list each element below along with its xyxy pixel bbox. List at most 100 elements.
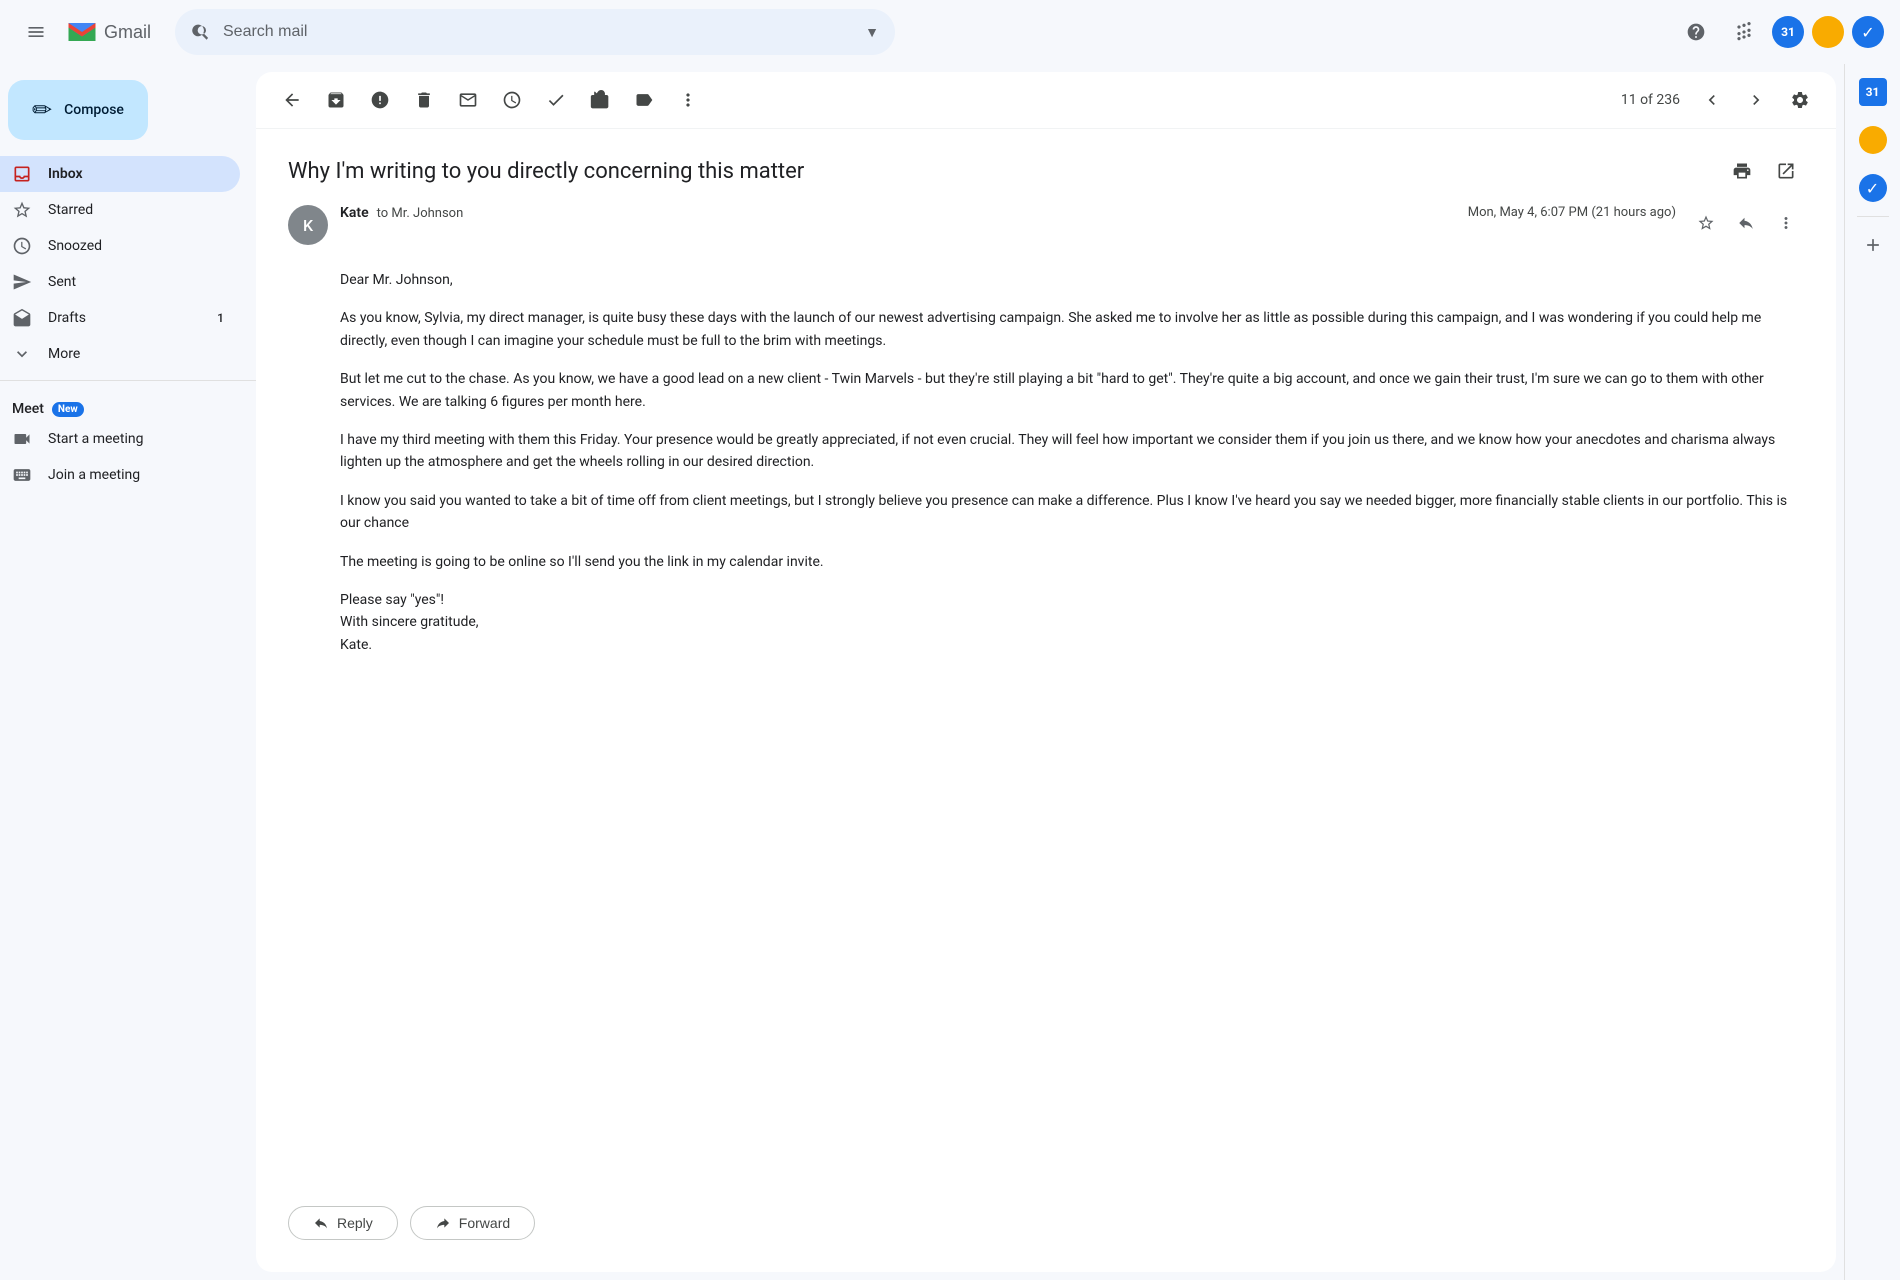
sidebar-item-join-meeting[interactable]: Join a meeting <box>0 457 240 493</box>
send-icon <box>12 272 32 292</box>
prev-email-button[interactable] <box>1692 80 1732 120</box>
open-new-window-button[interactable] <box>1768 153 1804 189</box>
more-options-button[interactable] <box>668 80 708 120</box>
print-button[interactable] <box>1724 153 1760 189</box>
tasks-icon <box>1859 126 1887 154</box>
email-view: 11 of 236 Why I'm writing to you directl… <box>256 72 1836 1272</box>
user-avatar-blue[interactable]: ✓ <box>1852 16 1884 48</box>
star-icon <box>12 200 32 220</box>
email-body-p6: Please say "yes"!With sincere gratitude,… <box>340 589 1804 656</box>
meet-header: Meet New <box>0 397 256 421</box>
delete-button[interactable] <box>404 80 444 120</box>
keyboard-icon <box>12 465 32 485</box>
video-icon <box>12 429 32 449</box>
menu-icon[interactable] <box>16 12 56 52</box>
email-header: K Kate to Mr. Johnson Mon, May 4, 6:07 P… <box>288 205 1804 245</box>
sidebar-divider <box>0 380 256 381</box>
email-content: Why I'm writing to you directly concerni… <box>256 129 1836 1182</box>
start-meeting-label: Start a meeting <box>48 431 143 447</box>
apps-button[interactable] <box>1724 12 1764 52</box>
compose-label: Compose <box>64 102 124 118</box>
sidebar-item-inbox-label: Inbox <box>48 166 224 182</box>
svg-text:Gmail: Gmail <box>104 22 151 42</box>
sidebar-item-start-meeting[interactable]: Start a meeting <box>0 421 240 457</box>
drafts-icon <box>12 308 32 328</box>
drafts-badge: 1 <box>217 311 224 325</box>
email-time: Mon, May 4, 6:07 PM (21 hours ago) <box>1468 205 1676 220</box>
topbar-right: 31 ✓ <box>1676 12 1884 52</box>
sidebar-item-starred-label: Starred <box>48 202 224 218</box>
sidebar-item-snoozed[interactable]: Snoozed <box>0 228 240 264</box>
main-layout: ✏ Compose Inbox Starred Snoozed <box>0 64 1900 1280</box>
email-subject-actions <box>1724 153 1804 189</box>
topbar: Gmail ▼ 31 ✓ <box>0 0 1900 64</box>
sidebar-item-sent[interactable]: Sent <box>0 264 240 300</box>
search-bar[interactable]: ▼ <box>175 9 895 55</box>
user-avatar-yellow[interactable] <box>1812 16 1844 48</box>
sidebar-item-drafts[interactable]: Drafts 1 <box>0 300 240 336</box>
calendar-icon: 31 <box>1859 78 1887 106</box>
calendar-button[interactable]: 31 <box>1772 16 1804 48</box>
sidebar-item-sent-label: Sent <box>48 274 224 290</box>
forward-label: Forward <box>459 1215 510 1231</box>
meet-label: Meet <box>12 401 44 417</box>
right-panel-tasks-button[interactable] <box>1853 120 1893 160</box>
right-panel-contacts-button[interactable]: ✓ <box>1853 168 1893 208</box>
move-button[interactable] <box>580 80 620 120</box>
email-body-p5: The meeting is going to be online so I'l… <box>340 551 1804 573</box>
right-panel: 31 ✓ <box>1844 64 1900 1280</box>
reply-button[interactable]: Reply <box>288 1206 398 1240</box>
spam-button[interactable] <box>360 80 400 120</box>
reply-quick-button[interactable] <box>1728 205 1764 241</box>
email-more-options-button[interactable] <box>1768 205 1804 241</box>
forward-icon <box>435 1215 451 1231</box>
meet-new-badge: New <box>52 402 84 417</box>
label-button[interactable] <box>624 80 664 120</box>
sender-name: Kate <box>340 205 369 221</box>
email-body-p4: I know you said you wanted to take a bit… <box>340 490 1804 535</box>
sidebar-item-snoozed-label: Snoozed <box>48 238 224 254</box>
mark-unread-button[interactable] <box>448 80 488 120</box>
back-button[interactable] <box>272 80 312 120</box>
reply-label: Reply <box>337 1215 373 1231</box>
email-to: to Mr. Johnson <box>377 206 464 221</box>
email-body: Dear Mr. Johnson, As you know, Sylvia, m… <box>288 269 1804 656</box>
page-info: 11 of 236 <box>1621 92 1680 108</box>
search-input[interactable] <box>223 23 853 41</box>
reply-icon <box>313 1215 329 1231</box>
email-body-p2: But let me cut to the chase. As you know… <box>340 368 1804 413</box>
right-panel-add-button[interactable] <box>1853 225 1893 265</box>
sidebar-item-more[interactable]: More <box>0 336 240 372</box>
next-email-button[interactable] <box>1736 80 1776 120</box>
forward-button[interactable]: Forward <box>410 1206 535 1240</box>
sidebar-item-inbox[interactable]: Inbox <box>0 156 240 192</box>
star-email-button[interactable] <box>1688 205 1724 241</box>
join-meeting-label: Join a meeting <box>48 467 140 483</box>
sender-avatar: K <box>288 205 328 245</box>
meet-section: Meet New Start a meeting Join a meeting <box>0 389 256 501</box>
done-button[interactable] <box>536 80 576 120</box>
sidebar-item-more-label: More <box>48 346 224 362</box>
email-header-icons <box>1688 205 1804 241</box>
search-dropdown-icon[interactable]: ▼ <box>865 24 879 41</box>
gmail-logo: Gmail <box>64 14 159 50</box>
email-toolbar: 11 of 236 <box>256 72 1836 129</box>
email-body-p1: As you know, Sylvia, my direct manager, … <box>340 307 1804 352</box>
email-body-p0: Dear Mr. Johnson, <box>340 269 1804 291</box>
snooze-button[interactable] <box>492 80 532 120</box>
help-button[interactable] <box>1676 12 1716 52</box>
compose-button[interactable]: ✏ Compose <box>8 80 148 140</box>
search-icon <box>191 22 211 42</box>
compose-plus-icon: ✏ <box>32 96 52 124</box>
email-body-p3: I have my third meeting with them this F… <box>340 429 1804 474</box>
archive-button[interactable] <box>316 80 356 120</box>
email-from-row: Kate to Mr. Johnson <box>340 205 1456 221</box>
right-panel-calendar-button[interactable]: 31 <box>1853 72 1893 112</box>
chevron-down-icon <box>12 344 32 364</box>
inbox-icon <box>12 164 32 184</box>
sidebar-item-starred[interactable]: Starred <box>0 192 240 228</box>
sidebar: ✏ Compose Inbox Starred Snoozed <box>0 64 256 1280</box>
email-meta: Kate to Mr. Johnson <box>340 205 1456 221</box>
email-subject-text: Why I'm writing to you directly concerni… <box>288 159 1724 184</box>
settings-button[interactable] <box>1780 80 1820 120</box>
